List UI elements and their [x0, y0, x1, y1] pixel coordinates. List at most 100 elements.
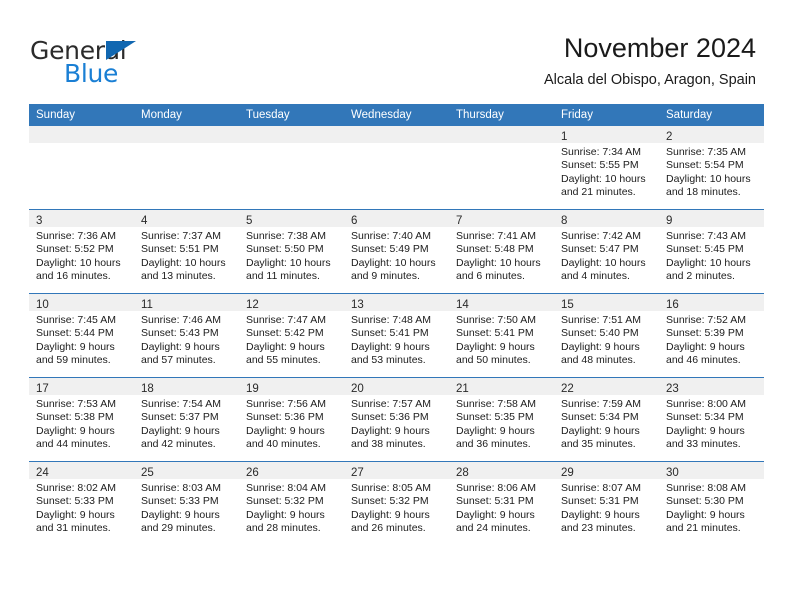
- calendar-day-cell[interactable]: 7 Sunrise: 7:41 AM Sunset: 5:48 PM Daylight…: [449, 209, 554, 294]
- day-number: 26: [246, 467, 259, 479]
- calendar-day-cell[interactable]: 2 Sunrise: 7:35 AM Sunset: 5:54 PM Daylight…: [659, 126, 764, 210]
- calendar-week-row: 17 Sunrise: 7:53 AM Sunset: 5:38 PM Dayligh…: [29, 377, 764, 462]
- sunset-text: Sunset: 5:49 PM: [351, 243, 429, 256]
- calendar-day-cell[interactable]: 11 Sunrise: 7:46 AM Sunset: 5:43 PM Dayligh…: [134, 293, 239, 378]
- calendar-day-cell[interactable]: 14 Sunrise: 7:50 AM Sunset: 5:41 PM Dayligh…: [449, 293, 554, 378]
- calendar-day-cell[interactable]: 19 Sunrise: 7:56 AM Sunset: 5:36 PM Dayligh…: [239, 377, 344, 462]
- day-number: 23: [666, 383, 679, 395]
- sunset-text: Sunset: 5:43 PM: [141, 327, 219, 340]
- calendar-day-cell[interactable]: 25 Sunrise: 8:03 AM Sunset: 5:33 PM Dayligh…: [134, 461, 239, 545]
- calendar-week-row: 10 Sunrise: 7:45 AM Sunset: 5:44 PM Dayligh…: [29, 293, 764, 378]
- calendar-day-cell[interactable]: 17 Sunrise: 7:53 AM Sunset: 5:38 PM Dayligh…: [29, 377, 134, 462]
- daylight-text-line1: Daylight: 9 hours: [141, 508, 220, 521]
- daylight-text-line1: Daylight: 9 hours: [456, 424, 535, 437]
- sunrise-text: Sunrise: 7:43 AM: [666, 230, 746, 242]
- daylight-text-line2: and 6 minutes.: [456, 270, 525, 283]
- daylight-text-line2: and 33 minutes.: [666, 438, 741, 451]
- calendar-day-cell-empty: [239, 126, 344, 210]
- daylight-text-line1: Daylight: 9 hours: [561, 340, 640, 353]
- daylight-text-line2: and 28 minutes.: [246, 522, 321, 535]
- calendar-grid: Sunday Monday Tuesday Wednesday Thursday…: [29, 104, 764, 545]
- sunrise-text: Sunrise: 7:41 AM: [456, 230, 536, 242]
- daylight-text-line2: and 2 minutes.: [666, 270, 735, 283]
- calendar-day-cell[interactable]: 27 Sunrise: 8:05 AM Sunset: 5:32 PM Dayligh…: [344, 461, 449, 545]
- calendar-day-cell[interactable]: 30 Sunrise: 8:08 AM Sunset: 5:30 PM Dayligh…: [659, 461, 764, 545]
- brand-logo[interactable]: General Blue: [30, 36, 200, 88]
- sunset-text: Sunset: 5:36 PM: [351, 411, 429, 424]
- calendar-day-cell[interactable]: 1 Sunrise: 7:34 AM Sunset: 5:55 PM Daylight…: [554, 126, 659, 210]
- sunrise-text: Sunrise: 7:45 AM: [36, 314, 116, 326]
- calendar-day-cell[interactable]: 3 Sunrise: 7:36 AM Sunset: 5:52 PM Daylight…: [29, 209, 134, 294]
- sunrise-text: Sunrise: 8:07 AM: [561, 482, 641, 494]
- calendar-day-cell[interactable]: 26 Sunrise: 8:04 AM Sunset: 5:32 PM Dayligh…: [239, 461, 344, 545]
- calendar-day-cell[interactable]: 22 Sunrise: 7:59 AM Sunset: 5:34 PM Dayligh…: [554, 377, 659, 462]
- weekday-header-wednesday: Wednesday: [344, 104, 449, 126]
- sunrise-text: Sunrise: 7:56 AM: [246, 398, 326, 410]
- calendar-day-cell[interactable]: 18 Sunrise: 7:54 AM Sunset: 5:37 PM Dayligh…: [134, 377, 239, 462]
- daylight-text-line1: Daylight: 9 hours: [351, 340, 430, 353]
- sunset-text: Sunset: 5:52 PM: [36, 243, 114, 256]
- calendar-day-cell[interactable]: 16 Sunrise: 7:52 AM Sunset: 5:39 PM Dayligh…: [659, 293, 764, 378]
- calendar-day-cell[interactable]: 23 Sunrise: 8:00 AM Sunset: 5:34 PM Dayligh…: [659, 377, 764, 462]
- sunrise-text: Sunrise: 7:50 AM: [456, 314, 536, 326]
- sunrise-text: Sunrise: 7:59 AM: [561, 398, 641, 410]
- weekday-header-sunday: Sunday: [29, 104, 134, 126]
- sunset-text: Sunset: 5:33 PM: [36, 495, 114, 508]
- sunset-text: Sunset: 5:50 PM: [246, 243, 324, 256]
- day-number: 22: [561, 383, 574, 395]
- calendar-day-cell[interactable]: 9 Sunrise: 7:43 AM Sunset: 5:45 PM Daylight…: [659, 209, 764, 294]
- calendar-day-cell-empty: [134, 126, 239, 210]
- sunset-text: Sunset: 5:41 PM: [456, 327, 534, 340]
- calendar-day-cell[interactable]: 10 Sunrise: 7:45 AM Sunset: 5:44 PM Dayligh…: [29, 293, 134, 378]
- sunrise-text: Sunrise: 8:03 AM: [141, 482, 221, 494]
- daylight-text-line1: Daylight: 9 hours: [246, 508, 325, 521]
- daylight-text-line1: Daylight: 9 hours: [351, 424, 430, 437]
- sunset-text: Sunset: 5:45 PM: [666, 243, 744, 256]
- daylight-text-line1: Daylight: 9 hours: [36, 508, 115, 521]
- daylight-text-line2: and 26 minutes.: [351, 522, 426, 535]
- day-number: 19: [246, 383, 259, 395]
- calendar-day-cell[interactable]: 6 Sunrise: 7:40 AM Sunset: 5:49 PM Daylight…: [344, 209, 449, 294]
- sunset-text: Sunset: 5:44 PM: [36, 327, 114, 340]
- day-number: 24: [36, 467, 49, 479]
- calendar-day-cell[interactable]: 24 Sunrise: 8:02 AM Sunset: 5:33 PM Dayligh…: [29, 461, 134, 545]
- sunrise-text: Sunrise: 8:06 AM: [456, 482, 536, 494]
- calendar-day-cell[interactable]: 29 Sunrise: 8:07 AM Sunset: 5:31 PM Dayligh…: [554, 461, 659, 545]
- sunrise-text: Sunrise: 7:51 AM: [561, 314, 641, 326]
- day-number: 13: [351, 299, 364, 311]
- sunrise-text: Sunrise: 7:34 AM: [561, 146, 641, 158]
- title-block: November 2024 Alcala del Obispo, Aragon,…: [544, 32, 756, 90]
- calendar-day-cell-empty: [29, 126, 134, 210]
- day-number: 30: [666, 467, 679, 479]
- sunset-text: Sunset: 5:40 PM: [561, 327, 639, 340]
- sunset-text: Sunset: 5:42 PM: [246, 327, 324, 340]
- triangle-icon: [106, 41, 136, 60]
- daylight-text-line2: and 21 minutes.: [561, 186, 636, 199]
- calendar-day-cell[interactable]: 8 Sunrise: 7:42 AM Sunset: 5:47 PM Daylight…: [554, 209, 659, 294]
- daylight-text-line1: Daylight: 9 hours: [666, 424, 745, 437]
- calendar-day-cell[interactable]: 15 Sunrise: 7:51 AM Sunset: 5:40 PM Dayligh…: [554, 293, 659, 378]
- daylight-text-line1: Daylight: 10 hours: [36, 256, 121, 269]
- day-number: 16: [666, 299, 679, 311]
- calendar-day-cell[interactable]: 20 Sunrise: 7:57 AM Sunset: 5:36 PM Dayligh…: [344, 377, 449, 462]
- calendar-day-cell[interactable]: 13 Sunrise: 7:48 AM Sunset: 5:41 PM Dayligh…: [344, 293, 449, 378]
- sunrise-text: Sunrise: 7:52 AM: [666, 314, 746, 326]
- day-number: 17: [36, 383, 49, 395]
- daylight-text-line2: and 48 minutes.: [561, 354, 636, 367]
- calendar-day-cell[interactable]: 12 Sunrise: 7:47 AM Sunset: 5:42 PM Dayligh…: [239, 293, 344, 378]
- brand-name-blue: Blue: [64, 59, 119, 88]
- calendar-day-cell[interactable]: 5 Sunrise: 7:38 AM Sunset: 5:50 PM Daylight…: [239, 209, 344, 294]
- calendar-day-cell[interactable]: 28 Sunrise: 8:06 AM Sunset: 5:31 PM Dayligh…: [449, 461, 554, 545]
- weekday-header-tuesday: Tuesday: [239, 104, 344, 126]
- daylight-text-line2: and 9 minutes.: [351, 270, 420, 283]
- daylight-text-line2: and 35 minutes.: [561, 438, 636, 451]
- calendar-body: 1 Sunrise: 7:34 AM Sunset: 5:55 PM Daylight…: [29, 126, 764, 545]
- daylight-text-line2: and 18 minutes.: [666, 186, 741, 199]
- daylight-text-line2: and 38 minutes.: [351, 438, 426, 451]
- sunset-text: Sunset: 5:48 PM: [456, 243, 534, 256]
- day-number: 15: [561, 299, 574, 311]
- calendar-day-cell[interactable]: 4 Sunrise: 7:37 AM Sunset: 5:51 PM Daylight…: [134, 209, 239, 294]
- calendar-day-cell[interactable]: 21 Sunrise: 7:58 AM Sunset: 5:35 PM Dayligh…: [449, 377, 554, 462]
- day-number: 1: [561, 131, 568, 143]
- daylight-text-line2: and 53 minutes.: [351, 354, 426, 367]
